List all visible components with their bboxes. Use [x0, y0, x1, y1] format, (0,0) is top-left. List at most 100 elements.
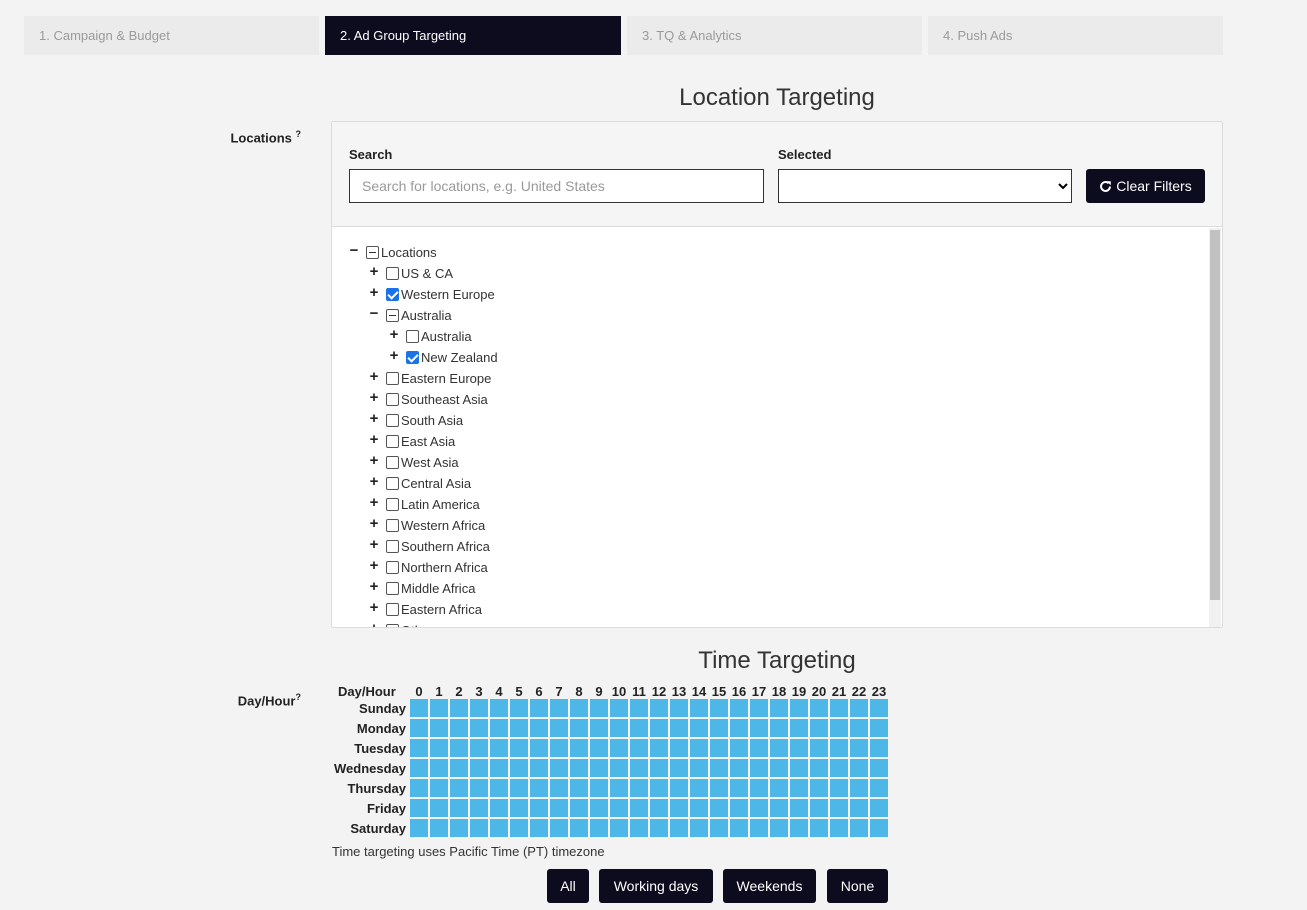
time-cell[interactable]	[410, 819, 428, 837]
expand-icon[interactable]: +	[368, 369, 380, 384]
time-cell[interactable]	[510, 819, 528, 837]
tree-node-label[interactable]: South Asia	[401, 413, 463, 428]
time-cell[interactable]	[410, 719, 428, 737]
time-cell[interactable]	[770, 739, 788, 757]
time-cell[interactable]	[770, 699, 788, 717]
expand-icon[interactable]: +	[368, 390, 380, 405]
time-cell[interactable]	[490, 759, 508, 777]
tree-node-label[interactable]: Eastern Africa	[401, 602, 482, 617]
time-cell[interactable]	[730, 799, 748, 817]
time-cell[interactable]	[650, 819, 668, 837]
time-cell[interactable]	[410, 699, 428, 717]
expand-icon[interactable]: +	[368, 600, 380, 615]
time-cell[interactable]	[570, 759, 588, 777]
expand-icon[interactable]: +	[368, 264, 380, 279]
hour-header[interactable]: 11	[630, 684, 648, 699]
time-cell[interactable]	[590, 699, 608, 717]
time-cell[interactable]	[450, 759, 468, 777]
hour-header[interactable]: 4	[490, 684, 508, 699]
time-weekends-button[interactable]: Weekends	[723, 869, 816, 903]
tree-node-label[interactable]: US & CA	[401, 266, 453, 281]
time-cell[interactable]	[510, 699, 528, 717]
time-cell[interactable]	[690, 779, 708, 797]
location-search-input[interactable]	[349, 169, 764, 203]
expand-icon[interactable]: +	[368, 579, 380, 594]
time-cell[interactable]	[870, 699, 888, 717]
time-cell[interactable]	[690, 699, 708, 717]
time-cell[interactable]	[770, 819, 788, 837]
time-cell[interactable]	[450, 779, 468, 797]
time-cell[interactable]	[770, 719, 788, 737]
time-cell[interactable]	[750, 759, 768, 777]
time-cell[interactable]	[850, 799, 868, 817]
time-cell[interactable]	[530, 699, 548, 717]
time-cell[interactable]	[810, 819, 828, 837]
time-cell[interactable]	[810, 779, 828, 797]
time-cell[interactable]	[550, 699, 568, 717]
time-cell[interactable]	[570, 779, 588, 797]
tree-node-label[interactable]: Other	[401, 623, 434, 627]
time-cell[interactable]	[790, 759, 808, 777]
time-cell[interactable]	[710, 759, 728, 777]
tree-node-checkbox[interactable]	[386, 456, 399, 469]
hour-header[interactable]: 21	[830, 684, 848, 699]
time-cell[interactable]	[830, 739, 848, 757]
expand-icon[interactable]: +	[388, 348, 400, 363]
time-cell[interactable]	[650, 779, 668, 797]
time-cell[interactable]	[450, 739, 468, 757]
time-cell[interactable]	[590, 739, 608, 757]
hour-header[interactable]: 3	[470, 684, 488, 699]
time-cell[interactable]	[430, 819, 448, 837]
time-cell[interactable]	[430, 719, 448, 737]
hour-header[interactable]: 7	[550, 684, 568, 699]
tree-node-label[interactable]: Latin America	[401, 497, 480, 512]
tree-node-label[interactable]: Western Europe	[401, 287, 495, 302]
time-cell[interactable]	[870, 719, 888, 737]
hour-header[interactable]: 17	[750, 684, 768, 699]
time-cell[interactable]	[710, 819, 728, 837]
expand-icon[interactable]: +	[368, 474, 380, 489]
time-cell[interactable]	[670, 799, 688, 817]
time-cell[interactable]	[430, 739, 448, 757]
time-cell[interactable]	[450, 719, 468, 737]
hour-header[interactable]: 19	[790, 684, 808, 699]
time-cell[interactable]	[410, 759, 428, 777]
time-cell[interactable]	[670, 759, 688, 777]
time-cell[interactable]	[410, 799, 428, 817]
tree-node-checkbox[interactable]	[386, 288, 399, 301]
day-hour-help-icon[interactable]: ?	[296, 692, 302, 702]
expand-icon[interactable]: +	[368, 432, 380, 447]
tree-node-checkbox[interactable]	[386, 393, 399, 406]
tree-node-label[interactable]: East Asia	[401, 434, 455, 449]
time-cell[interactable]	[870, 819, 888, 837]
hour-header[interactable]: 2	[450, 684, 468, 699]
time-cell[interactable]	[610, 819, 628, 837]
time-cell[interactable]	[870, 799, 888, 817]
tree-scrollbar-thumb[interactable]	[1210, 230, 1220, 600]
time-cell[interactable]	[510, 739, 528, 757]
time-cell[interactable]	[830, 719, 848, 737]
time-cell[interactable]	[850, 759, 868, 777]
time-cell[interactable]	[530, 719, 548, 737]
time-cell[interactable]	[630, 799, 648, 817]
tree-node-label[interactable]: Middle Africa	[401, 581, 475, 596]
tree-node-label[interactable]: Eastern Europe	[401, 371, 491, 386]
time-cell[interactable]	[870, 759, 888, 777]
expand-icon[interactable]: +	[368, 621, 380, 627]
hour-header[interactable]: 23	[870, 684, 888, 699]
time-cell[interactable]	[750, 699, 768, 717]
hour-header[interactable]: 8	[570, 684, 588, 699]
time-cell[interactable]	[630, 719, 648, 737]
tree-node-label[interactable]: Northern Africa	[401, 560, 488, 575]
time-cell[interactable]	[650, 799, 668, 817]
time-cell[interactable]	[510, 719, 528, 737]
time-cell[interactable]	[710, 739, 728, 757]
time-cell[interactable]	[510, 799, 528, 817]
hour-header[interactable]: 18	[770, 684, 788, 699]
expand-icon[interactable]: +	[368, 411, 380, 426]
time-cell[interactable]	[470, 739, 488, 757]
time-cell[interactable]	[610, 699, 628, 717]
time-cell[interactable]	[590, 799, 608, 817]
tree-node-label[interactable]: West Asia	[401, 455, 459, 470]
time-cell[interactable]	[530, 759, 548, 777]
